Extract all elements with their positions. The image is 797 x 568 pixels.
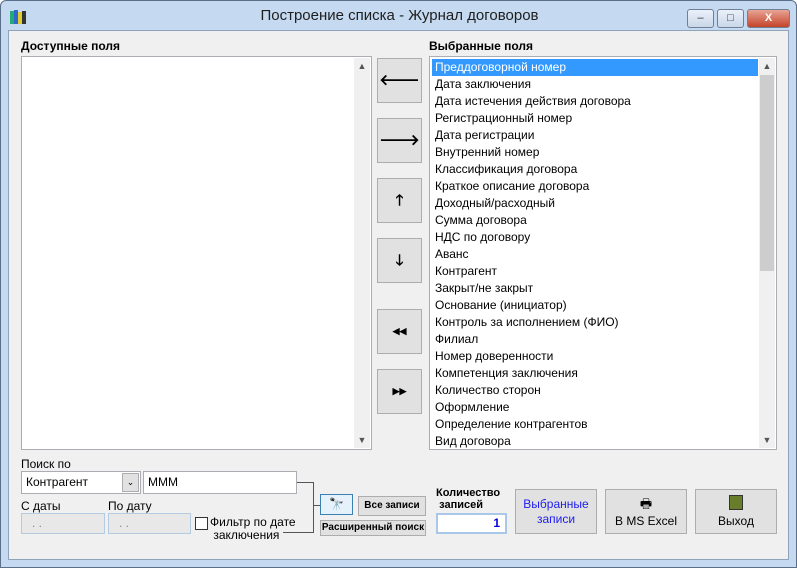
- list-item[interactable]: Внутренний номер: [432, 144, 758, 161]
- scroll-up-icon[interactable]: ▲: [354, 58, 370, 74]
- search-by-label: Поиск по: [21, 457, 71, 471]
- export-excel-button[interactable]: 🖶 В MS Excel: [605, 489, 687, 534]
- available-fields-label: Доступные поля: [21, 39, 121, 53]
- list-item[interactable]: Преддоговорной номер: [432, 59, 758, 76]
- bracket-line: [297, 482, 314, 483]
- list-item[interactable]: Дата регистрации: [432, 127, 758, 144]
- list-item[interactable]: Доходный/расходный: [432, 195, 758, 212]
- scroll-thumb[interactable]: [760, 75, 774, 271]
- move-left-button[interactable]: 🡐: [377, 58, 422, 103]
- list-item[interactable]: Аванс: [432, 246, 758, 263]
- search-button[interactable]: 🔭: [320, 494, 353, 515]
- record-count-label-2: записей: [439, 499, 483, 511]
- list-item[interactable]: Определение контрагентов: [432, 416, 758, 433]
- list-item[interactable]: Контрагент: [432, 263, 758, 280]
- exit-button[interactable]: Выход: [695, 489, 777, 534]
- advanced-search-button[interactable]: Расширенный поиск: [320, 520, 426, 536]
- list-item[interactable]: Краткое описание договора: [432, 178, 758, 195]
- date-filter-label-1: Фильтр по дате: [210, 515, 296, 529]
- client-area: Доступные поля ▲ ▼ 🡐 🡒 🡑 🡓 ◀◀ ▶▶ Выбранн…: [8, 30, 789, 560]
- bracket-line: [313, 505, 320, 506]
- list-item[interactable]: Филиал: [432, 331, 758, 348]
- list-item[interactable]: Классификация договора: [432, 161, 758, 178]
- record-count-label: Количество записей: [436, 487, 500, 511]
- printer-icon: 🖶: [639, 496, 653, 511]
- available-fields-list[interactable]: ▲ ▼: [21, 56, 372, 450]
- close-button[interactable]: X: [747, 9, 790, 28]
- door-exit-icon: [729, 495, 743, 510]
- maximize-button[interactable]: □: [717, 9, 744, 28]
- scroll-down-icon[interactable]: ▼: [354, 432, 370, 448]
- list-item[interactable]: Компетенция заключения: [432, 365, 758, 382]
- binoculars-icon: 🔭: [329, 497, 344, 511]
- move-up-button[interactable]: 🡑: [377, 178, 422, 223]
- scrollbar[interactable]: ▲ ▼: [354, 58, 370, 448]
- window-title: Построение списка - Журнал договоров: [260, 7, 539, 24]
- selected-fields-label: Выбранные поля: [429, 39, 533, 53]
- record-count-value: 1: [436, 513, 507, 534]
- date-filter-label-2: заключения: [213, 528, 280, 542]
- list-item[interactable]: НДС по договору: [432, 229, 758, 246]
- to-date-label: По дату: [108, 499, 152, 513]
- list-item[interactable]: Контроль за исполнением (ФИО): [432, 314, 758, 331]
- list-item[interactable]: Сумма договора: [432, 212, 758, 229]
- list-item[interactable]: Дата заключения: [432, 76, 758, 93]
- scrollbar[interactable]: ▲ ▼: [759, 58, 775, 448]
- move-all-left-button[interactable]: ◀◀: [377, 309, 422, 354]
- list-item[interactable]: Регистрационный номер: [432, 110, 758, 127]
- search-field-value: Контрагент: [26, 475, 89, 489]
- all-records-button[interactable]: Все записи: [358, 496, 426, 516]
- selected-records-label-2: записи: [536, 512, 576, 526]
- search-field-select[interactable]: Контрагент ⌄: [21, 471, 141, 494]
- scroll-down-icon[interactable]: ▼: [759, 432, 775, 448]
- list-item[interactable]: Закрыт/не закрыт: [432, 280, 758, 297]
- date-filter-label: Фильтр по дате заключения: [210, 516, 296, 542]
- from-date-label: С даты: [21, 499, 61, 513]
- to-date-input[interactable]: . .: [108, 513, 191, 534]
- selected-records-label-1: Выбранные: [523, 497, 589, 511]
- record-count-label-1: Количество: [436, 487, 501, 499]
- list-item[interactable]: Количество сторон: [432, 382, 758, 399]
- exit-label: Выход: [718, 514, 754, 528]
- date-filter-checkbox[interactable]: [195, 517, 208, 530]
- list-item[interactable]: Оформление: [432, 399, 758, 416]
- export-excel-label: В MS Excel: [614, 514, 677, 528]
- search-input[interactable]: МММ: [143, 471, 297, 494]
- move-all-right-button[interactable]: ▶▶: [377, 369, 422, 414]
- bracket-line: [313, 482, 314, 533]
- selected-records-button[interactable]: Выбранные записи: [515, 489, 597, 534]
- list-item[interactable]: Номер доверенности: [432, 348, 758, 365]
- move-right-button[interactable]: 🡒: [377, 118, 422, 163]
- list-item[interactable]: Основание (инициатор): [432, 297, 758, 314]
- scroll-up-icon[interactable]: ▲: [759, 58, 775, 74]
- move-down-button[interactable]: 🡓: [377, 238, 422, 283]
- list-item[interactable]: Дата истечения действия договора: [432, 93, 758, 110]
- minimize-button[interactable]: ‒: [687, 9, 714, 28]
- list-item[interactable]: Вид договора: [432, 433, 758, 449]
- selected-fields-list[interactable]: Преддоговорной номер Дата заключения Дата …: [429, 56, 777, 450]
- chevron-down-icon[interactable]: ⌄: [122, 473, 139, 492]
- from-date-input[interactable]: . .: [21, 513, 105, 534]
